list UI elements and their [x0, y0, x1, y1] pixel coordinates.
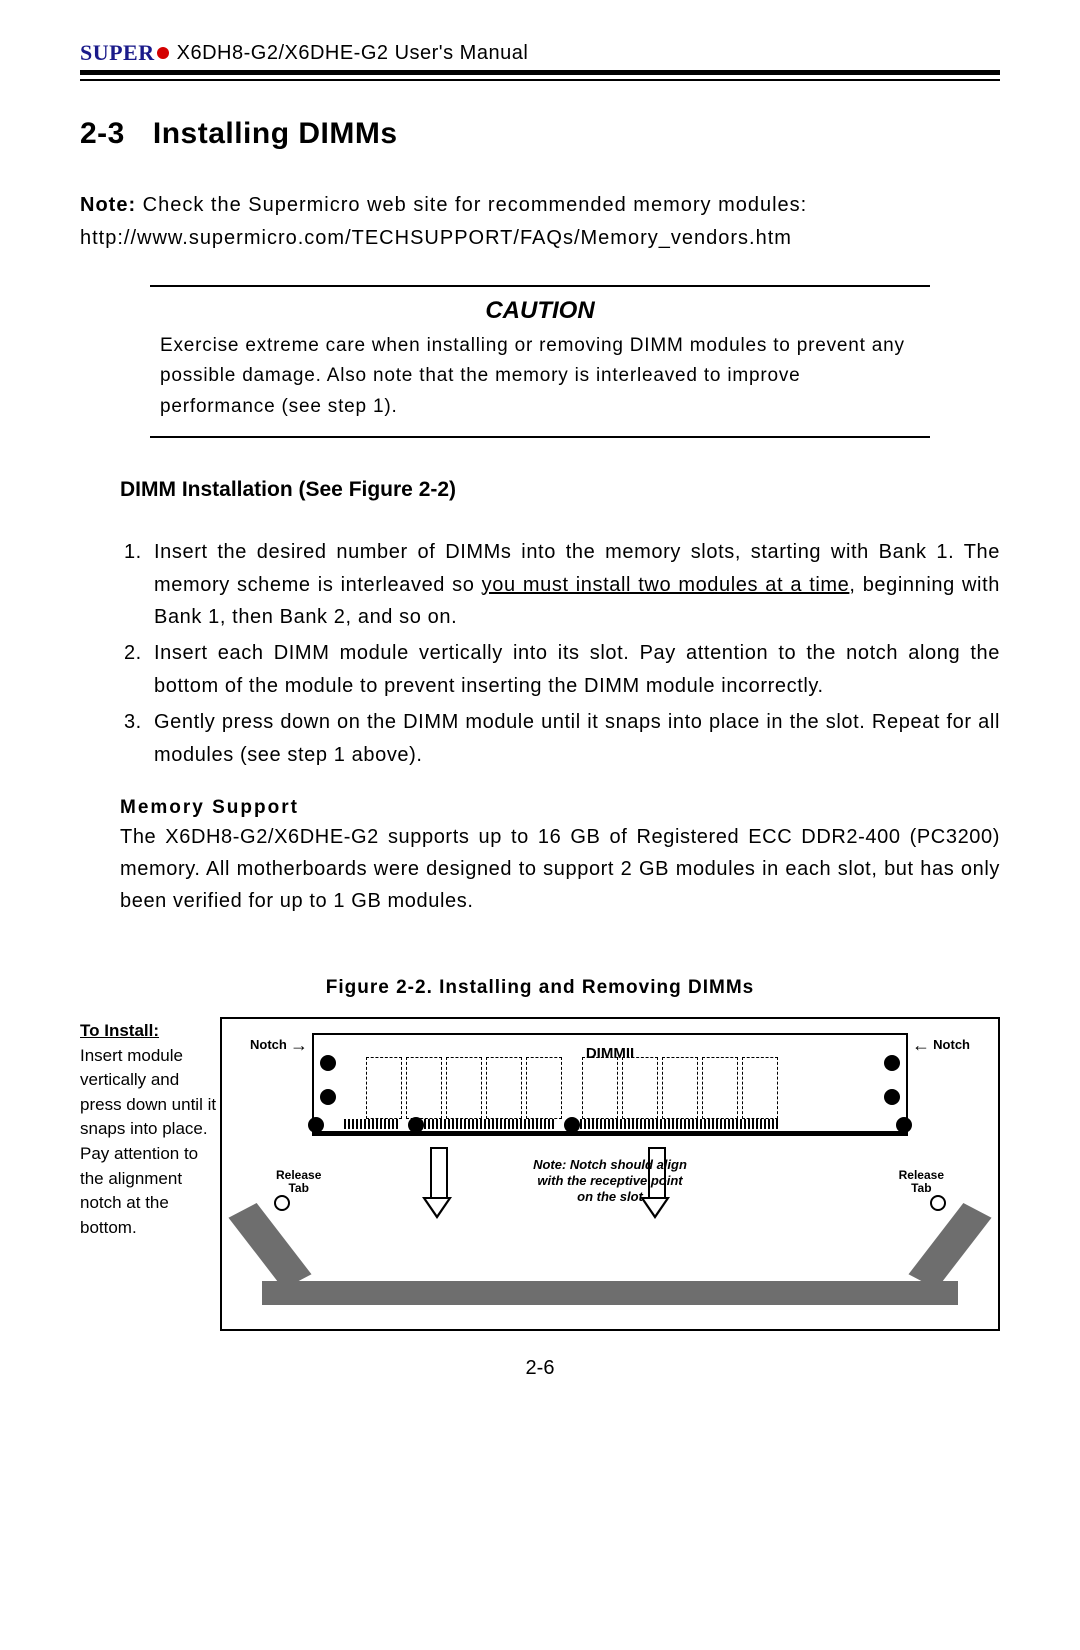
arrow-right-icon: →: [290, 1035, 308, 1056]
install-steps: Insert the desired number of DIMMs into …: [80, 536, 1000, 771]
memory-body: The X6DH8-G2/X6DHE-G2 supports up to 16 …: [120, 821, 1000, 917]
step-3: Gently press down on the DIMM module unt…: [148, 706, 1000, 771]
section-number: 2-3: [80, 117, 125, 150]
step-2: Insert each DIMM module vertically into …: [148, 637, 1000, 702]
pivot-icon: [274, 1195, 290, 1211]
figure-note: Note: Notch should align with the recept…: [530, 1157, 690, 1206]
figure-caption: Figure 2-2. Installing and Removing DIMM…: [80, 977, 1000, 999]
dimm-module: DIMMII: [312, 1033, 908, 1136]
caution-box: CAUTION Exercise extreme care when insta…: [150, 285, 930, 438]
brand-logo: SUPER: [80, 40, 155, 66]
figure-area: To Install: Insert module vertically and…: [80, 1017, 1000, 1331]
release-tab-left: [228, 1203, 311, 1289]
release-tab-right: [908, 1203, 991, 1289]
install-head: To Install:: [80, 1021, 159, 1040]
arrow-left-icon: ←: [912, 1035, 930, 1056]
caution-title: CAUTION: [150, 297, 930, 325]
memory-heading: Memory Support: [120, 797, 1000, 819]
down-arrow-icon: [422, 1147, 452, 1223]
manual-title: X6DH8-G2/X6DHE-G2 User's Manual: [177, 42, 529, 65]
page-header: SUPER X6DH8-G2/X6DHE-G2 User's Manual: [80, 40, 1000, 66]
notch-label-right: Notch: [933, 1037, 970, 1052]
release-tab-label-left: Release Tab: [276, 1169, 321, 1195]
note-text: Check the Supermicro web site for recomm…: [80, 194, 807, 249]
pivot-icon: [930, 1195, 946, 1211]
note-paragraph: Note: Check the Supermicro web site for …: [80, 189, 1000, 255]
caution-text: Exercise extreme care when installing or…: [150, 331, 930, 422]
install-text: Insert module vertically and press down …: [80, 1046, 216, 1237]
step-1: Insert the desired number of DIMMs into …: [148, 536, 1000, 633]
slot-bar: [262, 1281, 958, 1305]
subheading: DIMM Installation (See Figure 2-2): [120, 478, 1000, 502]
brand-dot-icon: [157, 47, 169, 59]
notch-label-left: Notch: [250, 1037, 287, 1052]
section-title: Installing DIMMs: [153, 117, 398, 150]
header-rule: [80, 70, 1000, 81]
figure-diagram: Notch → Notch ← DIMMII: [220, 1017, 1000, 1331]
note-label: Note:: [80, 194, 136, 216]
install-sidebar: To Install: Insert module vertically and…: [80, 1017, 220, 1331]
release-tab-label-right: Release Tab: [899, 1169, 944, 1195]
page-number: 2-6: [80, 1357, 1000, 1380]
section-heading: 2-3 Installing DIMMs: [80, 117, 1000, 151]
